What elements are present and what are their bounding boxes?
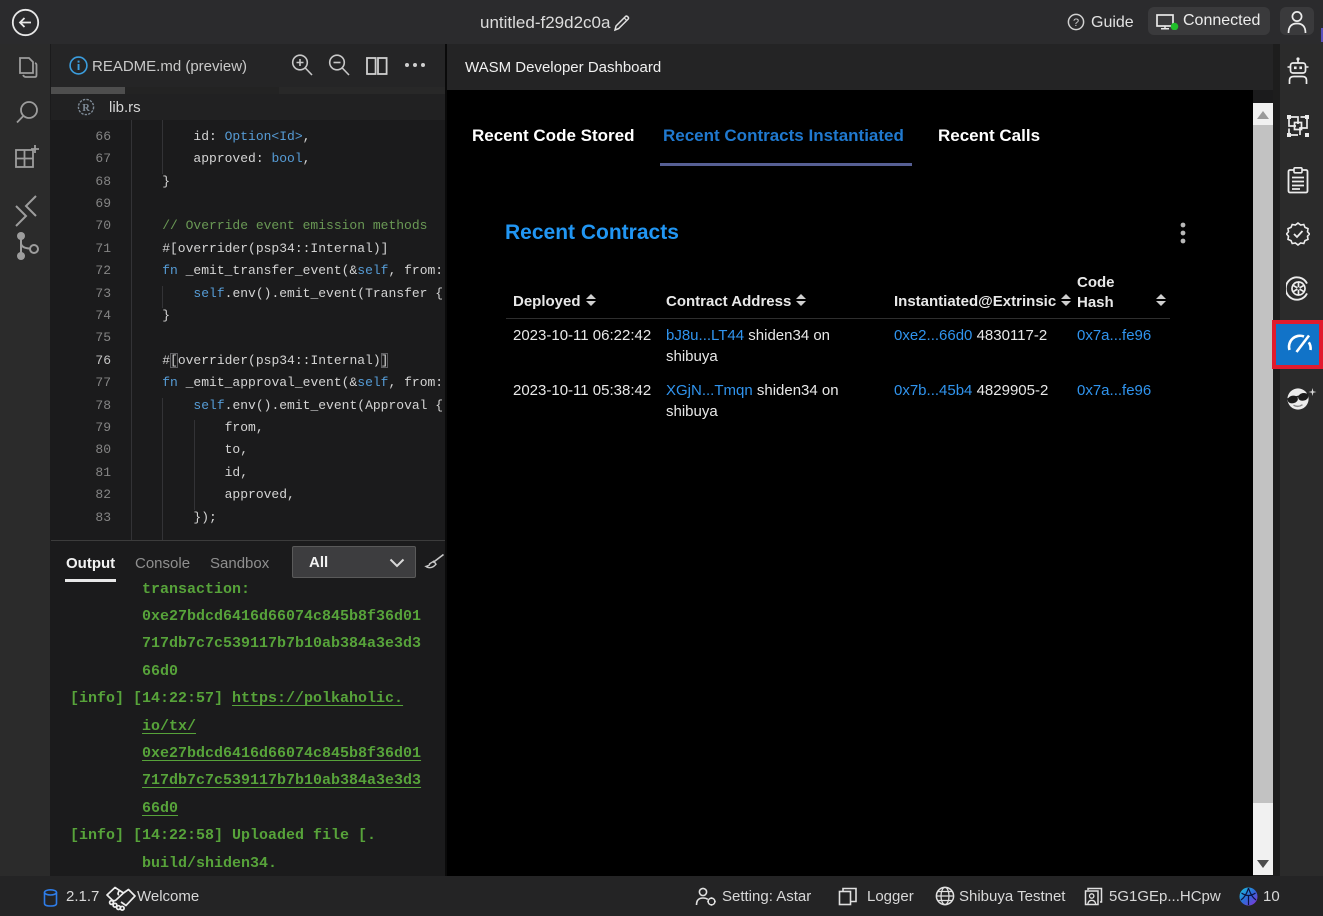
svg-text:R: R — [82, 103, 90, 114]
svg-text:?: ? — [1073, 17, 1079, 29]
